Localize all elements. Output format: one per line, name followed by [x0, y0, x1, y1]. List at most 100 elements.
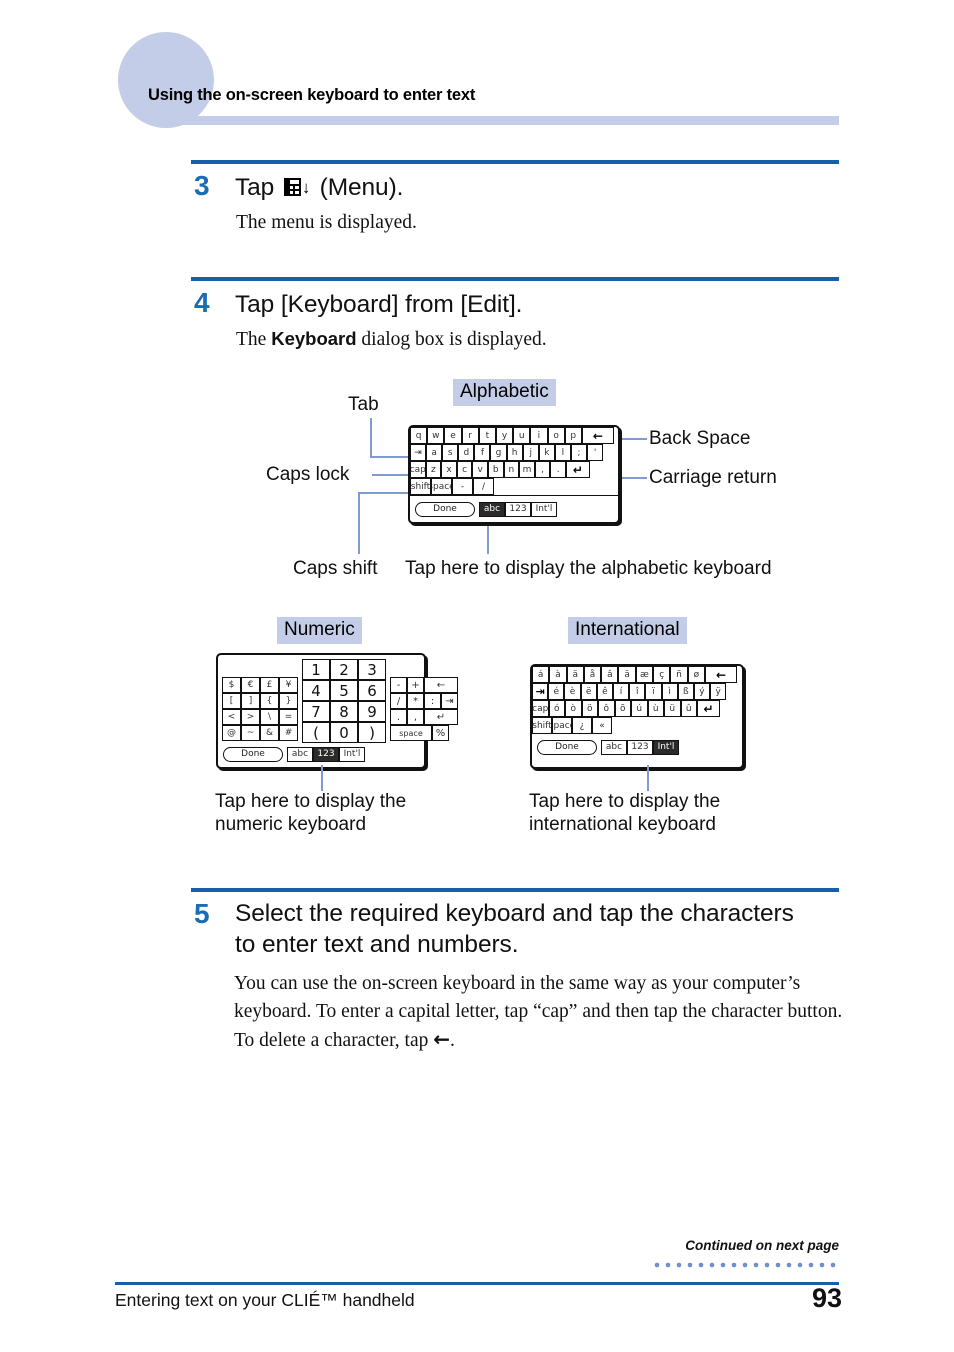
- key-less-than[interactable]: <: [222, 709, 241, 725]
- caps-shift-key[interactable]: shift: [410, 478, 431, 495]
- key-u-circumflex[interactable]: û: [680, 700, 697, 717]
- key-slash[interactable]: /: [473, 478, 494, 495]
- tab-123-button[interactable]: 123: [627, 739, 653, 755]
- key-i-grave[interactable]: ì: [661, 683, 678, 700]
- key-bracket-open[interactable]: [: [222, 693, 241, 709]
- key-w[interactable]: w: [427, 427, 445, 444]
- key-inverted-question[interactable]: ¿: [572, 717, 592, 734]
- key-0[interactable]: 0: [330, 722, 358, 743]
- key-a-circumflex[interactable]: â: [601, 666, 619, 683]
- carriage-return-key-icon[interactable]: ↵: [565, 461, 590, 478]
- key-b[interactable]: b: [487, 461, 504, 478]
- key-u[interactable]: u: [513, 427, 531, 444]
- key-i-circumflex[interactable]: î: [629, 683, 646, 700]
- key-o-grave[interactable]: ò: [565, 700, 582, 717]
- international-keyboard[interactable]: á à ä å â ā æ ç ñ ø ← ⇥ é è ë ê í î ï ì …: [530, 664, 744, 769]
- tab-key-icon[interactable]: ⇥: [532, 683, 549, 700]
- tab-intl-button[interactable]: Int'l: [531, 501, 557, 517]
- backspace-key-icon[interactable]: ←: [704, 666, 737, 683]
- alphabetic-keyboard[interactable]: q w e r t y u i o p ← ⇥ a s d f g h j k …: [408, 425, 620, 524]
- key-y[interactable]: y: [495, 427, 514, 444]
- caps-lock-key[interactable]: cap: [532, 700, 549, 717]
- key-paren-close[interactable]: ): [358, 722, 386, 743]
- key-comma[interactable]: ,: [534, 461, 551, 478]
- key-semicolon[interactable]: ;: [570, 444, 588, 461]
- key-percent[interactable]: %: [432, 725, 449, 741]
- key-a-ring[interactable]: å: [583, 666, 602, 683]
- key-paren-open[interactable]: (: [302, 722, 330, 743]
- key-colon[interactable]: :: [424, 693, 441, 709]
- key-c-cedilla[interactable]: ç: [653, 666, 671, 683]
- key-period[interactable]: .: [390, 709, 407, 725]
- key-i-umlaut[interactable]: ï: [645, 683, 662, 700]
- key-e[interactable]: e: [444, 427, 462, 444]
- key-v[interactable]: v: [472, 461, 488, 478]
- key-n[interactable]: n: [503, 461, 520, 478]
- tab-key-icon[interactable]: ⇥: [441, 693, 458, 709]
- key-greater-than[interactable]: >: [241, 709, 260, 725]
- key-ae[interactable]: æ: [635, 666, 654, 683]
- tab-123-button[interactable]: 123: [505, 501, 531, 517]
- done-button[interactable]: Done: [223, 746, 283, 762]
- key-asterisk[interactable]: *: [407, 693, 424, 709]
- key-1[interactable]: 1: [302, 659, 330, 680]
- key-x[interactable]: x: [441, 461, 457, 478]
- key-ampersand[interactable]: &: [260, 725, 279, 741]
- tab-abc-button[interactable]: abc: [601, 739, 627, 755]
- key-equals[interactable]: =: [279, 709, 298, 725]
- key-p[interactable]: p: [564, 427, 582, 444]
- key-6[interactable]: 6: [358, 680, 386, 701]
- key-y-acute[interactable]: ý: [693, 683, 711, 700]
- key-euro[interactable]: €: [241, 677, 260, 693]
- key-pound[interactable]: £: [260, 677, 279, 693]
- key-slash[interactable]: /: [390, 693, 407, 709]
- key-yen[interactable]: ¥: [279, 677, 298, 693]
- key-i[interactable]: i: [530, 427, 548, 444]
- key-2[interactable]: 2: [330, 659, 358, 680]
- key-f[interactable]: f: [474, 444, 491, 461]
- backspace-key-icon[interactable]: ←: [581, 427, 614, 444]
- tab-intl-button[interactable]: Int'l: [653, 739, 679, 755]
- key-o[interactable]: o: [547, 427, 565, 444]
- space-key[interactable]: space: [431, 478, 452, 495]
- key-l[interactable]: l: [554, 444, 571, 461]
- key-a-umlaut[interactable]: ä: [566, 666, 584, 683]
- key-4[interactable]: 4: [302, 680, 330, 701]
- key-backslash[interactable]: \: [260, 709, 279, 725]
- key-5[interactable]: 5: [330, 680, 358, 701]
- key-o-slash[interactable]: ø: [687, 666, 705, 683]
- caps-lock-key[interactable]: cap: [410, 461, 426, 478]
- key-brace-close[interactable]: }: [279, 693, 298, 709]
- key-a-acute[interactable]: á: [532, 666, 550, 683]
- carriage-return-key-icon[interactable]: ↵: [697, 700, 720, 717]
- key-s[interactable]: s: [442, 444, 459, 461]
- tab-key-icon[interactable]: ⇥: [410, 444, 427, 461]
- key-at[interactable]: @: [222, 725, 241, 741]
- done-button[interactable]: Done: [537, 739, 597, 755]
- key-a-macron[interactable]: ā: [618, 666, 636, 683]
- key-8[interactable]: 8: [330, 701, 358, 722]
- backspace-key-icon[interactable]: ←: [424, 677, 458, 693]
- key-j[interactable]: j: [522, 444, 539, 461]
- key-t[interactable]: t: [478, 427, 496, 444]
- key-u-umlaut[interactable]: ü: [664, 700, 681, 717]
- key-3[interactable]: 3: [358, 659, 386, 680]
- key-hash[interactable]: #: [279, 725, 298, 741]
- key-o-umlaut[interactable]: ö: [581, 700, 598, 717]
- key-u-grave[interactable]: ù: [647, 700, 664, 717]
- key-k[interactable]: k: [538, 444, 555, 461]
- key-a[interactable]: a: [426, 444, 443, 461]
- key-eszett[interactable]: ß: [677, 683, 694, 700]
- key-o-circumflex[interactable]: ô: [598, 700, 615, 717]
- key-e-grave[interactable]: è: [564, 683, 581, 700]
- key-guillemet[interactable]: «: [592, 717, 612, 734]
- key-z[interactable]: z: [425, 461, 442, 478]
- key-h[interactable]: h: [506, 444, 523, 461]
- key-i-acute[interactable]: í: [612, 683, 630, 700]
- space-key[interactable]: space: [390, 725, 432, 741]
- tab-intl-button[interactable]: Int'l: [339, 746, 365, 762]
- key-r[interactable]: r: [461, 427, 479, 444]
- key-7[interactable]: 7: [302, 701, 330, 722]
- key-plus[interactable]: +: [407, 677, 424, 693]
- space-key[interactable]: space: [552, 717, 572, 734]
